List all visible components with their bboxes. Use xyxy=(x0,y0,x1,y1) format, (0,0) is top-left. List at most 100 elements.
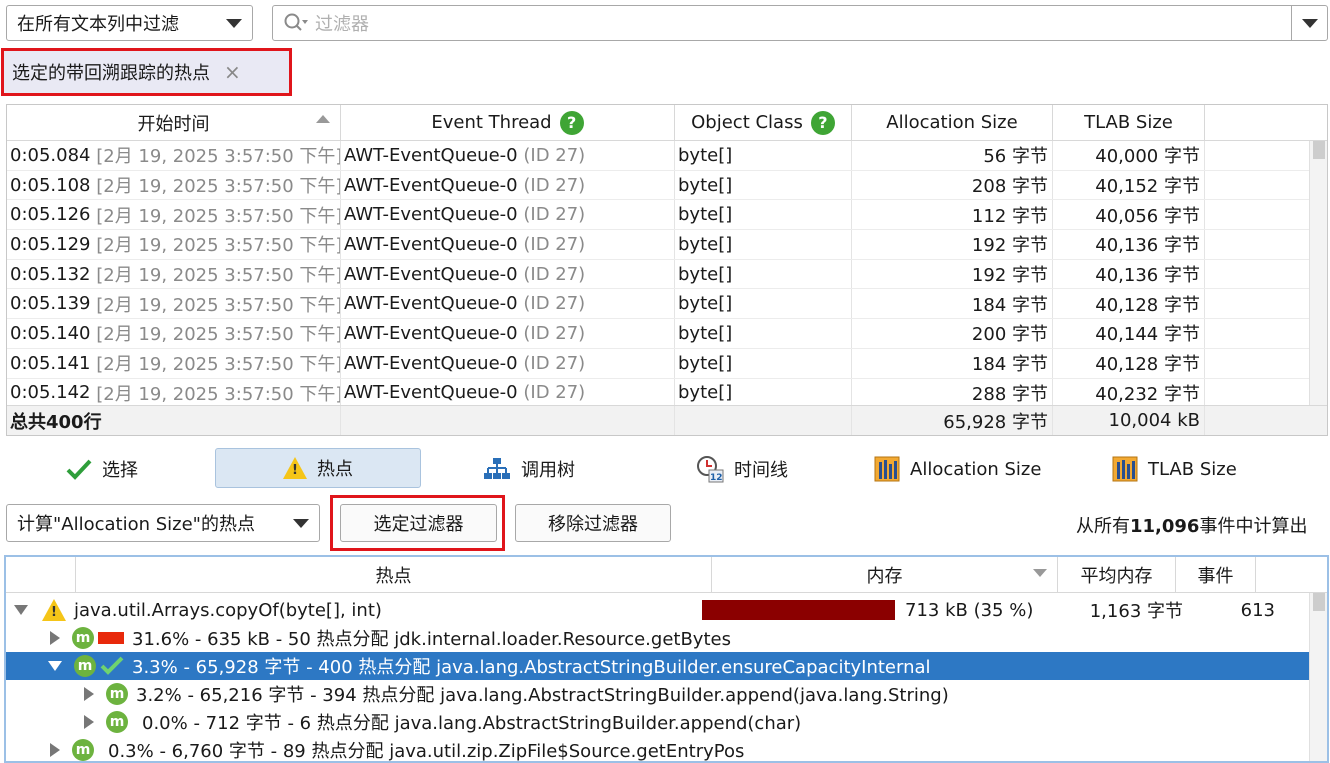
table-row[interactable]: 0:05.126 [2月 19, 2025 3:57:50 下午] AWT-Eve… xyxy=(7,200,1327,231)
cell-start-time: 0:05.141 [2月 19, 2025 3:57:50 下午] xyxy=(7,348,341,378)
column-label: 平均内存 xyxy=(1080,565,1153,587)
time-value: 0:05.141 xyxy=(10,352,91,374)
method-icon: m xyxy=(72,739,94,761)
table-row[interactable]: 0:05.140 [2月 19, 2025 3:57:50 下午] AWT-Eve… xyxy=(7,319,1327,349)
filter-scope-select[interactable]: 在所有文本列中过滤 xyxy=(6,5,253,41)
column-start-time[interactable]: 开始时间 xyxy=(7,105,341,140)
tree-row-root[interactable]: ! java.util.Arrays.copyOf(byte[], int) 7… xyxy=(6,596,1309,624)
timeline-icon: 12 xyxy=(696,455,724,483)
cell-allocation-size: 192 字节 xyxy=(852,259,1053,289)
total-count-value: 400行 xyxy=(46,411,102,433)
tab-label: TLAB Size xyxy=(1148,458,1237,480)
column-avg-memory[interactable]: 平均内存 xyxy=(1058,557,1176,592)
table-row[interactable]: 0:05.141 [2月 19, 2025 3:57:50 下午] AWT-Eve… xyxy=(7,348,1327,379)
hotspot-tree: 热点 内存 平均内存 事件 ! java.util.Arrays.copyOf(… xyxy=(4,555,1329,763)
column-object-class[interactable]: Object Class? xyxy=(675,105,852,140)
checkmark-icon xyxy=(66,458,92,480)
tree-scrollbar[interactable] xyxy=(1309,593,1327,761)
tlab-value: 40,136 字节 xyxy=(1095,265,1200,287)
tab-label: 热点 xyxy=(317,459,353,480)
hotspot-metric-select[interactable]: 计算"Allocation Size"的热点 xyxy=(6,504,320,542)
tab-call-tree[interactable]: 调用树 xyxy=(483,449,575,489)
events-scrollbar[interactable] xyxy=(1309,141,1327,405)
scrollbar-thumb[interactable] xyxy=(1313,141,1325,159)
thread-id: (ID 27) xyxy=(523,233,586,255)
tree-row[interactable]: m 31.6% - 635 kB - 50 热点分配 jdk.internal.… xyxy=(6,624,1309,652)
table-row[interactable]: 0:05.142 [2月 19, 2025 3:57:50 下午] AWT-Eve… xyxy=(7,378,1327,409)
cell-start-time: 0:05.129 [2月 19, 2025 3:57:50 下午] xyxy=(7,230,341,259)
table-row[interactable]: 0:05.139 [2月 19, 2025 3:57:50 下午] AWT-Eve… xyxy=(7,289,1327,320)
tlab-value: 40,136 字节 xyxy=(1095,235,1200,257)
expand-icon[interactable] xyxy=(84,687,94,701)
total-empty-cell xyxy=(341,406,675,435)
column-event-thread[interactable]: Event Thread? xyxy=(341,105,675,140)
collapse-icon[interactable] xyxy=(48,661,62,671)
histogram-icon xyxy=(874,456,900,482)
cell-start-time: 0:05.132 [2月 19, 2025 3:57:50 下午] xyxy=(7,259,341,289)
cell-allocation-size: 192 字节 xyxy=(852,230,1053,259)
column-label: TLAB Size xyxy=(1084,112,1173,133)
date-value: [2月 19, 2025 3:57:50 下午] xyxy=(96,324,341,346)
thread-value: AWT-EventQueue-0 xyxy=(344,382,518,404)
thread-value: AWT-EventQueue-0 xyxy=(344,352,518,374)
table-row[interactable]: 0:05.084 [2月 19, 2025 3:57:50 下午] AWT-Eve… xyxy=(7,141,1327,171)
expand-icon[interactable] xyxy=(50,631,60,645)
tree-row[interactable]: m 3.2% - 65,216 字节 - 394 热点分配 java.lang.… xyxy=(6,680,1309,708)
collapse-icon[interactable] xyxy=(14,605,28,615)
avg-memory-value: 1,163 字节 xyxy=(1089,601,1183,622)
tab-label: 时间线 xyxy=(734,460,788,481)
remove-filter-button[interactable]: 移除过滤器 xyxy=(515,504,671,542)
tab-allocation-size[interactable]: Allocation Size xyxy=(874,449,1041,489)
computed-from-text: 从所有11,096事件中计算出 xyxy=(1076,512,1307,538)
filter-search-field[interactable]: 过滤器 xyxy=(272,5,1328,41)
cell-allocation-size: 184 字节 xyxy=(852,348,1053,378)
events-value: 613 xyxy=(1240,599,1275,621)
help-icon[interactable]: ? xyxy=(559,110,584,135)
column-label: 开始时间 xyxy=(137,113,210,135)
column-allocation-size[interactable]: Allocation Size xyxy=(852,105,1053,140)
column-hotspot[interactable]: 热点 xyxy=(76,557,712,592)
cell-allocation-size: 200 字节 xyxy=(852,319,1053,348)
tab-tlab-size[interactable]: TLAB Size xyxy=(1112,449,1237,489)
svg-text:12: 12 xyxy=(710,473,723,483)
cell-allocation-size: 112 字节 xyxy=(852,200,1053,230)
search-history-dropdown[interactable] xyxy=(1291,6,1327,40)
cell-allocation-size: 184 字节 xyxy=(852,289,1053,319)
expand-icon[interactable] xyxy=(50,743,60,757)
expand-icon[interactable] xyxy=(84,715,94,729)
close-icon[interactable]: × xyxy=(224,60,241,84)
sort-descending-icon xyxy=(1033,569,1047,577)
scrollbar-thumb[interactable] xyxy=(1313,593,1325,611)
column-tlab-size[interactable]: TLAB Size xyxy=(1053,105,1205,140)
tree-row[interactable]: m 0.3% - 6,760 字节 - 89 热点分配 java.util.zi… xyxy=(6,736,1309,761)
class-value: byte[] xyxy=(678,293,733,315)
tab-hotspots[interactable]: ! 热点 xyxy=(215,448,421,488)
help-icon[interactable]: ? xyxy=(810,110,835,135)
tree-row-selected[interactable]: m 3.3% - 65,928 字节 - 400 热点分配 java.lang.… xyxy=(6,652,1309,680)
computed-suffix: 事件中计算出 xyxy=(1199,516,1308,537)
time-value: 0:05.129 xyxy=(10,233,91,255)
apply-filter-button[interactable]: 选定过滤器 xyxy=(340,504,497,542)
search-input[interactable]: 过滤器 xyxy=(315,10,1291,36)
cell-start-time: 0:05.126 [2月 19, 2025 3:57:50 下午] xyxy=(7,200,341,230)
warning-icon: ! xyxy=(42,599,66,621)
cell-start-time: 0:05.142 [2月 19, 2025 3:57:50 下午] xyxy=(7,378,341,408)
thread-id: (ID 27) xyxy=(523,382,586,404)
cell-thread: AWT-EventQueue-0 (ID 27) xyxy=(341,259,675,289)
tab-timeline[interactable]: 12 时间线 xyxy=(696,449,788,489)
tree-row[interactable]: m 0.0% - 712 字节 - 6 热点分配 java.lang.Abstr… xyxy=(6,708,1309,736)
allocation-value: 288 字节 xyxy=(971,383,1048,405)
computed-count: 11,096 xyxy=(1130,516,1200,537)
column-memory[interactable]: 内存 xyxy=(712,557,1058,592)
active-filter-chip[interactable]: 选定的带回溯跟踪的热点 × xyxy=(4,51,289,93)
table-row[interactable]: 0:05.129 [2月 19, 2025 3:57:50 下午] AWT-Eve… xyxy=(7,230,1327,260)
table-row[interactable]: 0:05.132 [2月 19, 2025 3:57:50 下午] AWT-Eve… xyxy=(7,259,1327,290)
column-label: Allocation Size xyxy=(886,112,1018,133)
tlab-value: 40,128 字节 xyxy=(1095,294,1200,316)
table-row[interactable]: 0:05.108 [2月 19, 2025 3:57:50 下午] AWT-Eve… xyxy=(7,170,1327,201)
column-label: 事件 xyxy=(1197,565,1234,587)
tlab-value: 40,128 字节 xyxy=(1095,354,1200,376)
column-events[interactable]: 事件 xyxy=(1176,557,1256,592)
chevron-down-icon xyxy=(1301,18,1318,28)
tab-selection[interactable]: 选择 xyxy=(66,449,138,489)
